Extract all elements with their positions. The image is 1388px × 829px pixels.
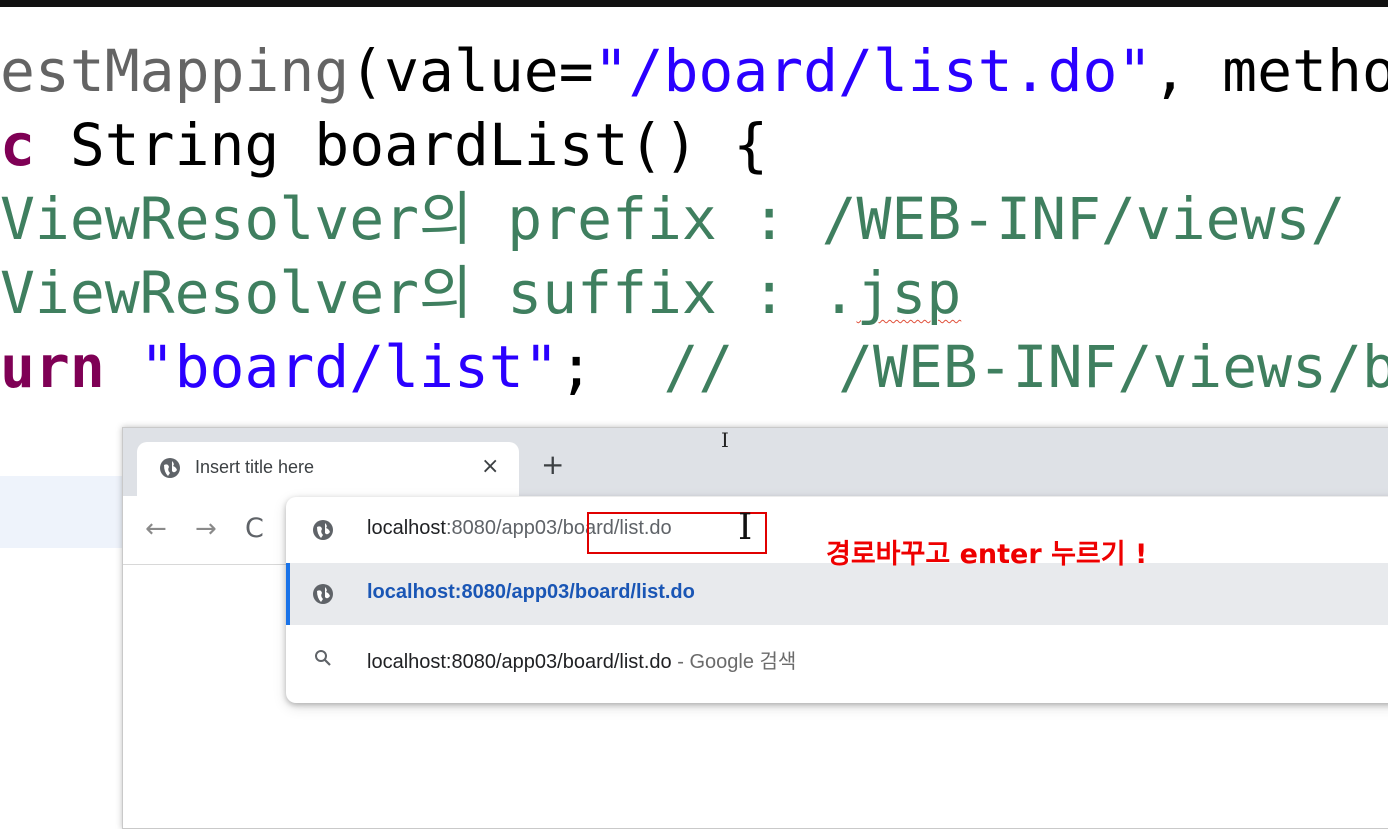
instruction-annotation: 경로바꾸고 enter 누르기 ! — [826, 539, 1148, 570]
globe-icon — [160, 458, 180, 478]
omnibox-dropdown: localhost:8080/app03/board/list.do local… — [286, 497, 1388, 703]
back-arrow-icon[interactable]: ← — [145, 514, 167, 544]
selection-indicator — [286, 563, 290, 625]
code-line-3: ViewResolver의 prefix : /WEB-INF/views/ — [0, 185, 1346, 253]
code-editor[interactable]: estMapping(value="/board/list.do", metho… — [0, 34, 1388, 404]
string-token: "/board/list.do" — [593, 37, 1153, 105]
url-path: :8080/app03/ — [445, 517, 563, 539]
tab-title: Insert title here — [195, 457, 315, 477]
keyword-token: c — [0, 111, 35, 179]
forward-arrow-icon[interactable]: → — [195, 514, 217, 544]
search-suggestion-text: localhost:8080/app03/board/list.do - Goo… — [367, 645, 796, 674]
editor-highlight-strip — [0, 476, 125, 548]
code-line-5: urn "board/list"; // /WEB-INF/views/boar… — [0, 330, 1388, 404]
search-url: localhost:8080/app03/board/list.do — [367, 651, 672, 673]
spellcheck-token: jsp — [856, 259, 962, 327]
comment-token: // /WEB-INF/views/board — [663, 333, 1388, 401]
code-line-2: c String boardList() { — [0, 108, 768, 182]
suggestion-url-row[interactable]: localhost:8080/app03/board/list.do — [286, 563, 1388, 625]
search-engine-label: - Google 검색 — [671, 651, 797, 673]
suggestion-search-row[interactable]: localhost:8080/app03/board/list.do - Goo… — [286, 627, 1388, 689]
code-token: , method=Re — [1152, 37, 1388, 105]
text-cursor-icon: I — [738, 507, 753, 548]
suggestion-url: localhost:8080/app03/board/list.do — [367, 581, 695, 603]
window-top-bar — [0, 0, 1388, 7]
globe-icon — [313, 584, 333, 604]
comment-token: ViewResolver의 suffix : . — [0, 259, 857, 327]
code-line-1: estMapping(value="/board/list.do", metho… — [0, 34, 1388, 108]
code-token: String boardList() { — [34, 111, 769, 179]
text-cursor-icon: I — [721, 428, 729, 452]
annotation-token: estMapping — [0, 37, 350, 105]
browser-tab[interactable]: Insert title here × — [137, 442, 519, 496]
code-line-4: ViewResolver의 suffix : .jsp — [0, 256, 961, 330]
string-token: "board/list" — [139, 333, 559, 401]
code-token: ; — [558, 333, 664, 401]
reload-icon[interactable]: C — [245, 514, 264, 544]
plus-icon[interactable]: + — [541, 450, 564, 480]
search-icon — [315, 650, 331, 666]
globe-icon — [313, 520, 333, 540]
keyword-token: urn — [0, 333, 105, 401]
close-icon[interactable]: × — [481, 454, 499, 480]
code-token: (value= — [349, 37, 594, 105]
tab-strip: Insert title here × + I — [123, 428, 1388, 496]
url-host: localhost — [367, 517, 446, 539]
